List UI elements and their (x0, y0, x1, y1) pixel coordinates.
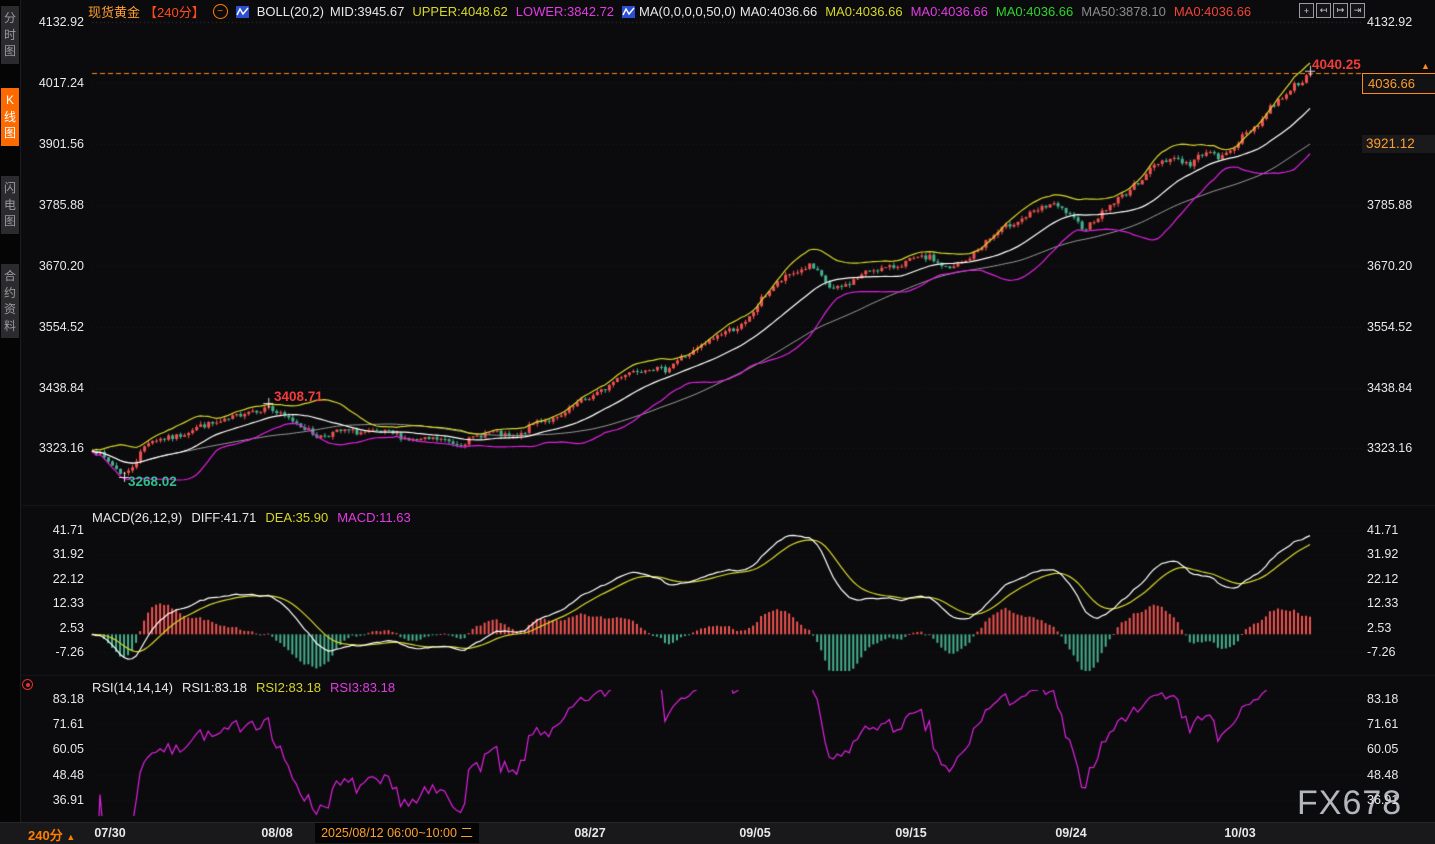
price-axis-tick-right: 3670.20 (1367, 259, 1412, 273)
axis-move-icon[interactable]: ↦ (1333, 3, 1348, 18)
macd-axis-tick-right: 12.33 (1367, 596, 1398, 610)
ma0-red-value: MA0:4036.66 (1174, 4, 1251, 19)
alert-dot-icon[interactable] (22, 679, 33, 690)
ma50-value: MA50:3878.10 (1081, 4, 1166, 19)
rsi-header: RSI(14,14,14) RSI1:83.18 RSI2:83.18 RSI3… (92, 680, 395, 695)
swing-high-annotation: 3408.71 (274, 389, 323, 404)
rsi-axis-tick-right: 60.05 (1367, 742, 1398, 756)
axis-scale-icon[interactable]: ↤ (1316, 3, 1331, 18)
boll-label: BOLL(20,2) (257, 4, 324, 19)
macd-title: MACD(26,12,9) (92, 510, 182, 525)
ma-group-label: MA(0,0,0,0,50,0) (639, 4, 736, 19)
time-axis-date: 10/03 (1224, 826, 1255, 840)
rsi1-value: RSI1:83.18 (182, 680, 247, 695)
time-axis-date: 08/08 (261, 826, 292, 840)
period-selector[interactable]: 240分 ▲ (28, 825, 75, 844)
candle-date-tooltip: 2025/08/12 06:00~10:00 二 (315, 823, 479, 843)
kline-chart-canvas[interactable] (0, 0, 1435, 844)
current-price-badge: 4036.66 (1362, 73, 1435, 94)
time-axis-bar (0, 822, 1435, 844)
time-axis-date: 09/05 (739, 826, 770, 840)
rsi-axis-tick-right: 48.48 (1367, 768, 1398, 782)
macd-axis-tick-right: 31.92 (1367, 547, 1398, 561)
page-latest-icon[interactable]: ⇥ (1350, 3, 1365, 18)
sidebar-tab-contract-info[interactable]: 合约资料 (1, 264, 19, 338)
rsi-title: RSI(14,14,14) (92, 680, 173, 695)
macd-diff-value: DIFF:41.71 (191, 510, 256, 525)
time-axis-date: 09/15 (895, 826, 926, 840)
period-tag: 【240分】 (144, 2, 205, 21)
time-axis-date: 09/24 (1055, 826, 1086, 840)
rsi-axis-tick-right: 83.18 (1367, 692, 1398, 706)
pan-tool-icon[interactable]: + (1299, 3, 1314, 18)
price-axis-tick-right: 3785.88 (1367, 198, 1412, 212)
left-sidebar: 分时图 K线图 闪电图 合约资料 (0, 0, 21, 844)
trading-terminal: 分时图 K线图 闪电图 合约资料 现货黄金 【240分】 − BOLL(20,2… (0, 0, 1435, 844)
price-axis-tick-right: 3554.52 (1367, 320, 1412, 334)
time-axis-date: 07/30 (94, 826, 125, 840)
secondary-price-badge: 3921.12 (1362, 135, 1435, 153)
macd-dea-value: DEA:35.90 (265, 510, 328, 525)
sidebar-tab-kline[interactable]: K线图 (1, 88, 19, 146)
chart-toolbar: + ↤ ↦ ⇥ (1299, 3, 1365, 18)
macd-bar-value: MACD:11.63 (337, 510, 410, 525)
collapse-circle-icon[interactable]: − (213, 4, 228, 19)
ma0-white-value: MA0:4036.66 (740, 4, 817, 19)
price-axis-tick-right: 3438.84 (1367, 381, 1412, 395)
fx678-watermark: FX678 (1297, 784, 1402, 823)
ma-indicator-icon[interactable] (622, 6, 635, 18)
session-high-annotation: 4040.25 (1312, 57, 1361, 72)
sidebar-tab-timeshare[interactable]: 分时图 (1, 6, 19, 64)
swing-low-annotation: 3268.02 (128, 474, 177, 489)
time-axis-date: 08/27 (574, 826, 605, 840)
symbol-name: 现货黄金 (88, 2, 140, 21)
price-axis-tick-right: 4132.92 (1367, 15, 1412, 29)
macd-header: MACD(26,12,9) DIFF:41.71 DEA:35.90 MACD:… (92, 510, 411, 525)
indicator-header: 现货黄金 【240分】 − BOLL(20,2) MID:3945.67 UPP… (88, 3, 1251, 20)
macd-axis-tick-right: 2.53 (1367, 621, 1391, 635)
macd-axis-tick-right: -7.26 (1367, 645, 1396, 659)
boll-lower-value: LOWER:3842.72 (516, 4, 614, 19)
macd-axis-tick-right: 41.71 (1367, 523, 1398, 537)
macd-axis-tick-right: 22.12 (1367, 572, 1398, 586)
rsi3-value: RSI3:83.18 (330, 680, 395, 695)
ma0-yellow-value: MA0:4036.66 (825, 4, 902, 19)
rsi-axis-tick-right: 71.61 (1367, 717, 1398, 731)
ma0-green-value: MA0:4036.66 (996, 4, 1073, 19)
price-up-arrow-icon: ▲ (1421, 61, 1430, 71)
boll-indicator-icon[interactable] (236, 6, 249, 18)
price-axis-tick-right: 3323.16 (1367, 441, 1412, 455)
ma0-magenta-value: MA0:4036.66 (911, 4, 988, 19)
rsi2-value: RSI2:83.18 (256, 680, 321, 695)
boll-mid-value: MID:3945.67 (330, 4, 404, 19)
boll-upper-value: UPPER:4048.62 (412, 4, 507, 19)
sidebar-tab-lightning[interactable]: 闪电图 (1, 176, 19, 234)
